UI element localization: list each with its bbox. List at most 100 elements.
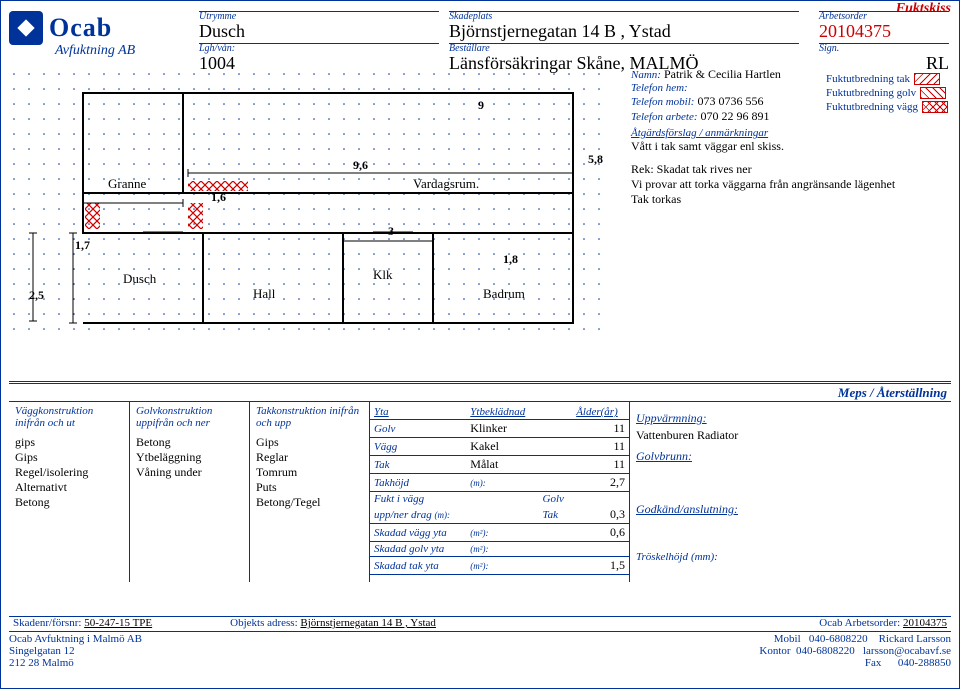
yta-vagg-l: Vägg (370, 438, 466, 456)
skadeplats-value: Björnstjernegatan 14 B , Ystad (449, 21, 671, 41)
room-hall: Hall (253, 286, 276, 301)
col2-heading: Golvkonstruktion uppifrån och ner (136, 405, 243, 429)
company-logo: Ocab (9, 11, 112, 45)
floor-plan: 9,6 1,6 1,7 2,5 9 5,8 3 1,8 Granne Varda… (13, 73, 613, 338)
col2-item: Betong (136, 435, 243, 450)
lgh-value: 1004 (199, 53, 235, 73)
skv-v: 0,6 (572, 524, 629, 542)
yta-h3: Ålder(år) (572, 405, 629, 420)
troskel-unit: (mm): (691, 551, 718, 563)
atgard-line4: Tak torkas (631, 192, 951, 207)
logo-icon (9, 11, 43, 45)
col1-item: Alternativt (15, 480, 123, 495)
legend-vagg-label: Fuktutbredning vägg (826, 101, 918, 113)
room-vardagsrum: Vardagsrum. (413, 176, 479, 191)
header: Ocab Avfuktning AB Utrymme Dusch Lgh/vån… (9, 7, 951, 67)
fax-value: 040-288850 (898, 657, 951, 669)
footer-bar: Skadenr/försnr: 50-247-15 TPE Objekts ad… (9, 616, 951, 632)
room-dusch: Dusch (123, 271, 157, 286)
yta-golv-a: 11 (572, 420, 629, 438)
mobil-label: Mobil (774, 633, 801, 645)
kontor-email: larsson@ocabavf.se (863, 645, 951, 657)
mobil-name: Rickard Larsson (879, 633, 951, 645)
skg-u: (m²): (466, 542, 538, 557)
takhojd-l: Takhöjd (370, 474, 466, 492)
yta-tak-l: Tak (370, 456, 466, 474)
col1-heading: Väggkonstruktion inifrån och ut (15, 405, 123, 429)
footer-company: Ocab Avfuktning i Malmö AB (9, 633, 142, 645)
col3-item: Reglar (256, 450, 363, 465)
dim-9-6: 9,6 (353, 158, 368, 172)
atgard-line2: Rek: Skadat tak rives ner (631, 162, 951, 177)
footer-addr1: Singelgatan 12 (9, 645, 142, 657)
drag-tak: Tak (539, 506, 573, 524)
objadr-label: Objekts adress: (230, 617, 298, 629)
dim-1-6: 1,6 (211, 190, 226, 204)
yta-h2: Ytbeklädnad (466, 405, 538, 420)
col1-item: gips (15, 435, 123, 450)
yta-h1: Yta (370, 405, 466, 420)
uppv-heading: Uppvärmning: (636, 411, 783, 426)
hatch-vagg-icon (922, 101, 948, 113)
godkand-heading: Godkänd/anslutning: (636, 502, 783, 517)
col3-item: Tomrum (256, 465, 363, 480)
troskel-label: Tröskelhöjd (636, 551, 688, 563)
tel-arb-value: 070 22 96 891 (701, 109, 770, 123)
namn-label: Namn: (631, 69, 661, 81)
utrymme-value: Dusch (199, 21, 245, 41)
namn-value: Patrik & Cecilia Hartlen (664, 67, 781, 81)
dim-1-7: 1,7 (75, 238, 90, 252)
yta-golv-l: Golv (370, 420, 466, 438)
skv-l: Skadad vägg yta (370, 524, 466, 542)
right-column: Uppvärmning: Vattenburen Radiator Golvbr… (629, 402, 789, 582)
fax-label: Fax (865, 657, 882, 669)
fukt-l: Fukt i vägg (370, 492, 466, 507)
yta-vagg-m: Kakel (466, 438, 538, 456)
yta-vagg-a: 11 (572, 438, 629, 456)
takhojd-u: (m): (466, 474, 538, 492)
col2-item: Ytbeläggning (136, 450, 243, 465)
tel-mob-value: 073 0736 556 (697, 94, 763, 108)
room-badrum: Badrum (483, 286, 525, 301)
col2-item: Våning under (136, 465, 243, 480)
skadnr-label: Skadenr/försnr: (13, 617, 81, 629)
objadr-value: Björnstjernegatan 14 B , Ystad (300, 617, 436, 629)
dim-9: 9 (478, 98, 484, 112)
legend-golv-label: Fuktutbredning golv (826, 87, 916, 99)
room-granne: Granne (108, 176, 146, 191)
kontor-label: Kontor (759, 645, 790, 657)
col1-item: Regel/isolering (15, 465, 123, 480)
kontor-value: 040-6808220 (796, 645, 855, 657)
col1-item: Gips (15, 450, 123, 465)
uppv-value: Vattenburen Radiator (636, 428, 783, 443)
col3-heading: Takkonstruktion inifrån och upp (256, 405, 363, 429)
hatch-golv-icon (920, 87, 946, 99)
tel-mob-label: Telefon mobil: (631, 96, 694, 108)
skg-l: Skadad golv yta (370, 542, 466, 557)
skt-u: (m²): (466, 557, 538, 575)
col3-item: Puts (256, 480, 363, 495)
fukt-g: Golv (539, 492, 573, 507)
yta-tak-m: Målat (466, 456, 538, 474)
col3-item: Gips (256, 435, 363, 450)
meps-heading: Meps / Återställning (838, 385, 947, 401)
atgard-line3: Vi provar att torka väggarna från angrän… (631, 177, 951, 192)
logo-subtitle: Avfuktning AB (55, 43, 135, 59)
drag-l: upp/ner drag (374, 509, 432, 521)
skv-u: (m²): (466, 524, 538, 542)
yta-table: Yta Ytbeklädnad Ålder(år) Golv Klinker 1… (369, 402, 629, 582)
skt-v: 1,5 (572, 557, 629, 575)
atgard-heading: Åtgärdsförslag / anmärkningar (631, 127, 951, 139)
legend-tak-label: Fuktutbredning tak (826, 73, 910, 85)
tel-arb-label: Telefon arbete: (631, 111, 698, 123)
arb-value: 20104375 (903, 617, 947, 629)
arb-label: Ocab Arbetsorder: (819, 617, 900, 629)
skt-l: Skadad tak yta (370, 557, 466, 575)
hatch-tak-icon (914, 73, 940, 85)
col3-item: Betong/Tegel (256, 495, 363, 510)
construction-columns: Väggkonstruktion inifrån och ut gips Gip… (9, 401, 951, 582)
dim-5-8: 5,8 (588, 152, 603, 166)
golvbrunn-heading: Golvbrunn: (636, 449, 783, 464)
dim-2-5: 2,5 (29, 288, 44, 302)
drag-u: (m): (435, 510, 451, 520)
